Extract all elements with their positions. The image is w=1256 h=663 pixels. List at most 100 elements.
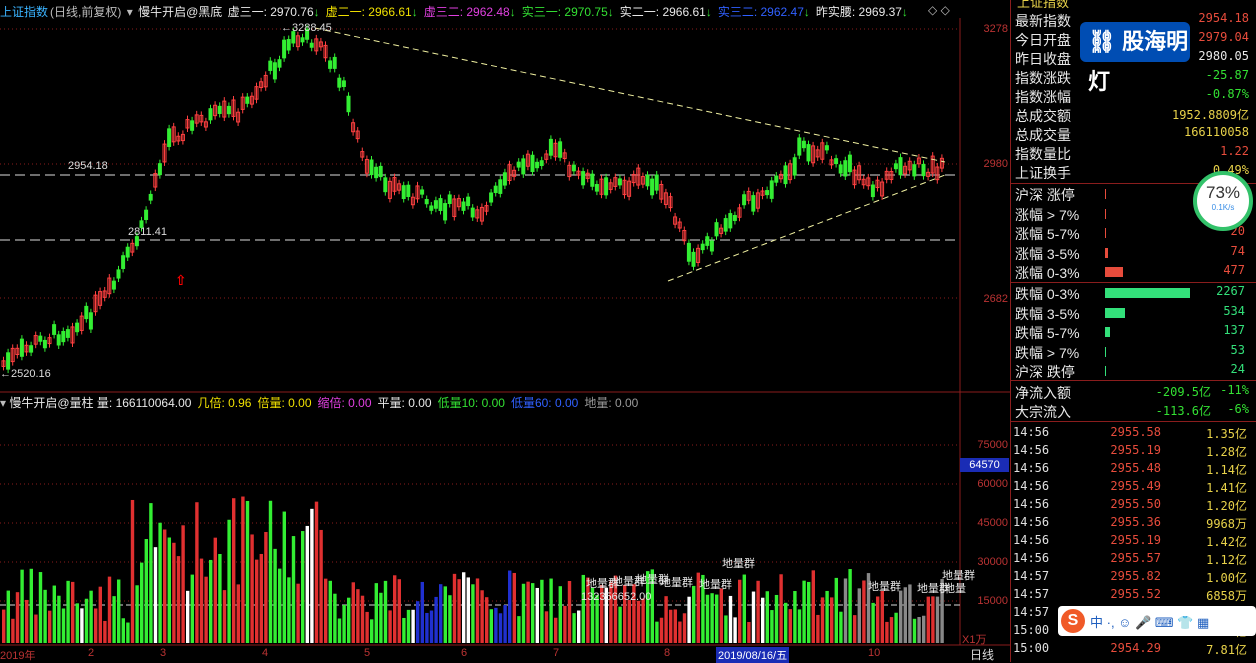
volume-bar — [75, 603, 79, 643]
time-label: 2 — [88, 647, 95, 659]
candle-body — [61, 330, 66, 343]
down-arrow-icon: ↓ — [313, 5, 320, 19]
volume-item-7: 地量: 0.00 — [584, 396, 639, 410]
fall-bar — [1105, 366, 1106, 376]
line-upper-label: 2954.18 — [68, 160, 108, 172]
flow-label: 大宗流入 — [1015, 404, 1071, 420]
volume-bar — [471, 584, 475, 643]
volume-sort-icon[interactable]: ▾ — [0, 396, 6, 410]
volume-bar — [641, 598, 645, 643]
candle-body — [337, 77, 342, 88]
header-item-1: 虚二一: 2966.61 — [325, 5, 412, 19]
indicator-name[interactable]: 慢牛开启@黑底 — [138, 5, 222, 19]
volume-bar — [526, 581, 530, 643]
candle-body — [341, 80, 346, 87]
volume-bar — [402, 617, 406, 643]
candle-body — [709, 240, 714, 252]
tick-time: 14:56 — [1013, 479, 1050, 493]
tick-price: 2954.29 — [1110, 641, 1161, 655]
volume-bar — [176, 556, 181, 643]
candle-body — [52, 324, 57, 335]
candle-body — [374, 166, 379, 179]
header-controls[interactable]: ◇ ◇ — [928, 3, 950, 17]
sogou-icon[interactable]: S — [1061, 609, 1085, 633]
volume-bar — [935, 596, 940, 643]
volume-bar — [724, 615, 728, 643]
kline-chart[interactable] — [0, 0, 1010, 662]
candle-body — [369, 159, 374, 176]
period-tab[interactable]: 日线 — [970, 646, 994, 663]
low-value: 2520.16 — [11, 368, 51, 380]
quote-label: 总成交额 — [1015, 108, 1071, 124]
volume-bar — [153, 547, 158, 643]
volume-bar — [434, 596, 438, 643]
fall-bar — [1105, 307, 1125, 318]
volume-label: 地量群 — [699, 579, 732, 591]
network-gauge[interactable]: 73% 0.1K/s — [1193, 171, 1253, 231]
ime-tools[interactable]: 中 ·, ☺ 🎤 ⌨ 👕 ▦ — [1090, 612, 1209, 631]
candle-body — [443, 203, 448, 221]
candle-body — [691, 251, 696, 267]
volume-bar — [618, 606, 622, 643]
volume-bar — [324, 578, 328, 643]
volume-bar — [351, 582, 355, 643]
candle-body — [590, 173, 595, 187]
candle-body — [226, 105, 231, 115]
volume-bar — [765, 591, 769, 643]
volume-bar — [747, 621, 751, 643]
fall-label: 沪深 跌停 — [1015, 364, 1075, 380]
volume-bar — [733, 617, 737, 643]
flow-label: 净流入额 — [1015, 385, 1071, 401]
header-item-0: 虚三一: 2970.76 — [227, 5, 314, 19]
rise-label: 涨幅 > 7% — [1015, 206, 1080, 223]
volume-label: 地量群 — [722, 558, 755, 570]
index-title[interactable]: 上证指数 — [0, 5, 48, 19]
ime-toolbar[interactable]: S 中 ·, ☺ 🎤 ⌨ 👕 ▦ — [1058, 606, 1256, 636]
candlesticks — [1, 25, 944, 374]
fall-count: 53 — [1230, 342, 1245, 357]
volume-bar — [301, 531, 305, 643]
volume-bar — [774, 594, 779, 643]
candle-body — [429, 205, 434, 211]
time-label: 5 — [364, 647, 371, 659]
candle-body — [466, 196, 471, 207]
candle-body — [208, 108, 213, 121]
tick-price: 2955.50 — [1110, 497, 1161, 511]
volume-bar — [264, 531, 268, 643]
quote-label: 上证换手 — [1015, 165, 1071, 181]
volume-bar — [715, 594, 719, 643]
quote-value: -25.87 — [1205, 68, 1249, 82]
high-annotation: ←3288.45 — [281, 22, 332, 34]
volume-bar — [20, 569, 24, 643]
chart-mode[interactable]: (日线,前复权) — [50, 5, 121, 19]
volume-indicator-name[interactable]: 慢牛开启@量柱 — [9, 396, 93, 410]
candle-body — [268, 60, 273, 71]
volume-bar — [807, 581, 811, 643]
candle-body — [521, 158, 526, 175]
trend-line-lower — [667, 174, 946, 282]
low-annotation: ←2520.16 — [0, 368, 51, 380]
quote-value: 2979.04 — [1198, 30, 1249, 44]
volume-bar — [172, 542, 176, 643]
volume-bar — [462, 572, 466, 643]
volume-bar — [563, 605, 567, 643]
tick-volume: 6858万 — [1206, 589, 1247, 603]
volume-bar — [885, 621, 889, 643]
volume-bar — [443, 586, 447, 643]
volume-bar — [834, 577, 838, 643]
volume-bar — [535, 587, 539, 643]
candle-body — [272, 62, 277, 80]
candle-body — [797, 137, 802, 156]
line-lower-label: 2811.41 — [128, 226, 167, 238]
sort-icon[interactable]: ▾ — [127, 5, 133, 19]
volume-bar — [232, 498, 236, 643]
candle-body — [650, 178, 655, 196]
volume-bar — [508, 570, 512, 643]
candle-body — [617, 178, 622, 186]
fall-row: 沪深 跌停 24 — [1013, 362, 1253, 381]
candle-body — [723, 218, 728, 232]
volume-bar — [636, 600, 641, 643]
candle-body — [148, 193, 153, 201]
tick-row: 15:00 2954.29 7.81亿 — [1013, 641, 1256, 659]
tick-time: 14:56 — [1013, 515, 1050, 529]
